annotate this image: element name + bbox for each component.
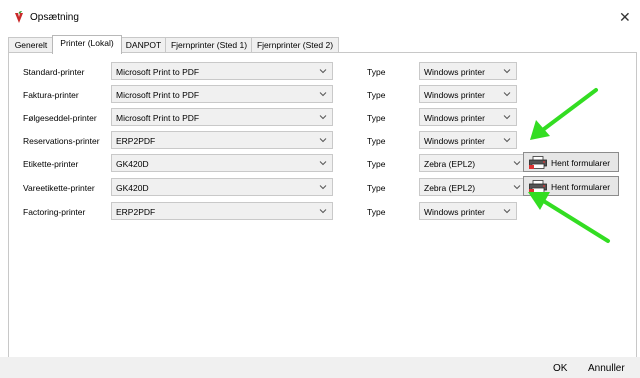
printer-row-foelgeseddel: Følgeseddel-printer Microsoft Print to P… <box>9 108 636 128</box>
tab-generelt[interactable]: Generelt <box>8 37 54 53</box>
chevron-down-icon <box>319 209 327 214</box>
chevron-down-icon <box>503 209 511 214</box>
tab-fjernprinter-sted-1[interactable]: Fjernprinter (Sted 1) <box>165 37 253 53</box>
tab-printer-lokal[interactable]: Printer (Lokal) <box>52 35 122 54</box>
printer-row-vareetikette: Vareetikette-printer GK420D Type Zebra (… <box>9 176 636 198</box>
row-label: Factoring-printer <box>23 207 86 217</box>
printer-select-etikette[interactable]: GK420D <box>111 154 333 172</box>
type-select-reservations[interactable]: Windows printer <box>419 131 517 149</box>
row-label: Reservations-printer <box>23 136 100 146</box>
type-label: Type <box>367 207 386 217</box>
chevron-down-icon <box>503 69 511 74</box>
type-select-foelgeseddel[interactable]: Windows printer <box>419 108 517 126</box>
printer-row-etikette: Etikette-printer GK420D Type Zebra (EPL2… <box>9 152 636 174</box>
chevron-down-icon <box>319 69 327 74</box>
row-label: Vareetikette-printer <box>23 183 95 193</box>
chevron-down-icon <box>513 161 521 166</box>
printer-row-factoring: Factoring-printer ERP2PDF Type Windows p… <box>9 202 636 222</box>
type-select-etikette[interactable]: Zebra (EPL2) <box>419 154 527 172</box>
printer-select-vareetikette[interactable]: GK420D <box>111 178 333 196</box>
chevron-down-icon <box>319 161 327 166</box>
row-label: Følgeseddel-printer <box>23 113 97 123</box>
app-icon <box>15 11 23 23</box>
printer-select-reservations[interactable]: ERP2PDF <box>111 131 333 149</box>
row-label: Faktura-printer <box>23 90 79 100</box>
printer-row-reservations: Reservations-printer ERP2PDF Type Window… <box>9 131 636 151</box>
type-select-standard[interactable]: Windows printer <box>419 62 517 80</box>
printer-settings-panel: Standard-printer Microsoft Print to PDF … <box>8 52 637 359</box>
close-icon[interactable]: ✕ <box>619 9 631 26</box>
type-select-factoring[interactable]: Windows printer <box>419 202 517 220</box>
tab-danpot[interactable]: DANPOT <box>120 37 167 53</box>
title-bar: Opsætning ✕ <box>0 0 640 30</box>
tab-fjernprinter-sted-2[interactable]: Fjernprinter (Sted 2) <box>251 37 339 53</box>
chevron-down-icon <box>503 92 511 97</box>
type-label: Type <box>367 113 386 123</box>
hent-formularer-button[interactable]: Hent formularer <box>523 152 619 172</box>
ok-button[interactable]: OK <box>553 363 567 374</box>
chevron-down-icon <box>319 92 327 97</box>
printer-row-standard: Standard-printer Microsoft Print to PDF … <box>9 62 636 82</box>
row-label: Standard-printer <box>23 67 85 77</box>
printer-icon <box>529 180 547 193</box>
type-label: Type <box>367 159 386 169</box>
printer-icon <box>529 156 547 169</box>
type-select-vareetikette[interactable]: Zebra (EPL2) <box>419 178 527 196</box>
hent-formularer-button[interactable]: Hent formularer <box>523 176 619 196</box>
printer-row-faktura: Faktura-printer Microsoft Print to PDF T… <box>9 85 636 105</box>
printer-select-standard[interactable]: Microsoft Print to PDF <box>111 62 333 80</box>
type-label: Type <box>367 183 386 193</box>
cancel-button[interactable]: Annuller <box>588 363 625 374</box>
printer-select-foelgeseddel[interactable]: Microsoft Print to PDF <box>111 108 333 126</box>
type-select-faktura[interactable]: Windows printer <box>419 85 517 103</box>
chevron-down-icon <box>503 138 511 143</box>
chevron-down-icon <box>319 138 327 143</box>
chevron-down-icon <box>319 185 327 190</box>
chevron-down-icon <box>513 185 521 190</box>
type-label: Type <box>367 90 386 100</box>
type-label: Type <box>367 136 386 146</box>
printer-select-faktura[interactable]: Microsoft Print to PDF <box>111 85 333 103</box>
chevron-down-icon <box>319 115 327 120</box>
row-label: Etikette-printer <box>23 159 79 169</box>
printer-select-factoring[interactable]: ERP2PDF <box>111 202 333 220</box>
type-label: Type <box>367 67 386 77</box>
window-title: Opsætning <box>30 12 79 23</box>
chevron-down-icon <box>503 115 511 120</box>
footer-bar: OK Annuller <box>0 357 640 378</box>
